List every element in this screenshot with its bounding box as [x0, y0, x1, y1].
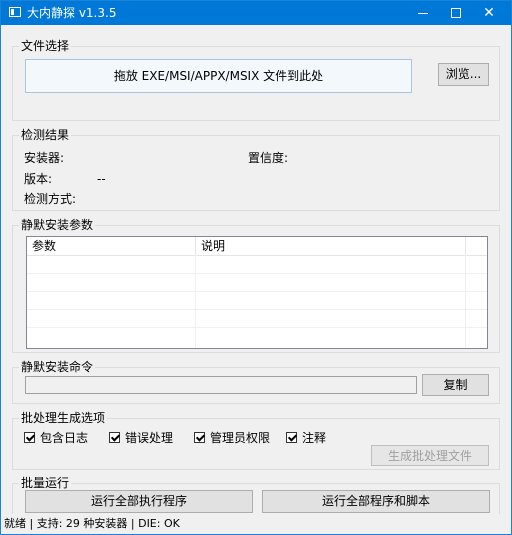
minimize-button[interactable]	[406, 1, 440, 25]
close-button[interactable]: ✕	[472, 1, 506, 25]
minimize-icon	[418, 12, 428, 14]
checkbox-checked-icon	[194, 432, 205, 443]
checkbox-checked-icon	[286, 432, 297, 443]
title-bar[interactable]: 大内静探 v1.3.5 ✕	[1, 1, 511, 25]
checkbox-checked-icon	[24, 432, 35, 443]
maximize-icon	[451, 8, 461, 18]
column-header-desc[interactable]: 说明	[196, 237, 466, 255]
checkbox-checked-icon	[109, 432, 120, 443]
silent-command-legend: 静默安装命令	[19, 359, 96, 375]
installer-label: 安装器:	[24, 151, 65, 165]
batch-options-group: 批处理生成选项 包含日志 错误处理 管理员权限 注释 生成批处理文件	[12, 410, 500, 470]
version-label: 版本:	[24, 172, 53, 186]
run-all-programs-scripts-button[interactable]: 运行全部程序和脚本	[262, 490, 490, 513]
detect-result-group: 检测结果 安装器: 置信度: 版本: -- 检测方式:	[12, 127, 500, 211]
include-log-checkbox[interactable]: 包含日志	[24, 431, 88, 445]
silent-command-group: 静默安装命令 复制	[12, 359, 500, 404]
copy-button[interactable]: 复制	[422, 374, 489, 396]
generate-batch-button[interactable]: 生成批处理文件	[371, 445, 489, 466]
confidence-label: 置信度:	[248, 151, 289, 165]
admin-rights-checkbox[interactable]: 管理员权限	[194, 431, 270, 445]
column-header-param[interactable]: 参数	[27, 237, 196, 255]
main-window: 大内静探 v1.3.5 ✕ 文件选择 拖放 EXE/MSI/APPX/MSIX …	[0, 0, 512, 535]
file-select-group: 文件选择 拖放 EXE/MSI/APPX/MSIX 文件到此处 浏览...	[12, 38, 500, 121]
detect-method-label: 检测方式:	[24, 192, 77, 206]
file-drop-zone[interactable]: 拖放 EXE/MSI/APPX/MSIX 文件到此处	[25, 59, 412, 93]
maximize-button[interactable]	[439, 1, 473, 25]
app-icon	[9, 7, 21, 17]
command-field[interactable]	[25, 376, 417, 394]
silent-params-group: 静默安装参数 参数 说明	[12, 217, 500, 353]
batch-run-legend: 批量运行	[19, 475, 72, 491]
file-select-legend: 文件选择	[19, 38, 72, 54]
close-icon: ✕	[483, 5, 495, 21]
params-table[interactable]: 参数 说明	[26, 236, 488, 349]
error-handling-checkbox[interactable]: 错误处理	[109, 431, 173, 445]
silent-params-legend: 静默安装参数	[19, 217, 96, 233]
run-all-executables-button[interactable]: 运行全部执行程序	[25, 490, 253, 513]
batch-options-legend: 批处理生成选项	[19, 410, 108, 426]
browse-button[interactable]: 浏览...	[438, 63, 489, 86]
status-bar: 就绪 | 支持: 29 种安装器 | DIE: OK	[1, 514, 511, 534]
comments-checkbox[interactable]: 注释	[286, 431, 326, 445]
version-value: --	[97, 172, 106, 186]
detect-result-legend: 检测结果	[19, 127, 72, 143]
params-table-header: 参数 说明	[27, 237, 487, 256]
window-title: 大内静探 v1.3.5	[27, 6, 117, 20]
